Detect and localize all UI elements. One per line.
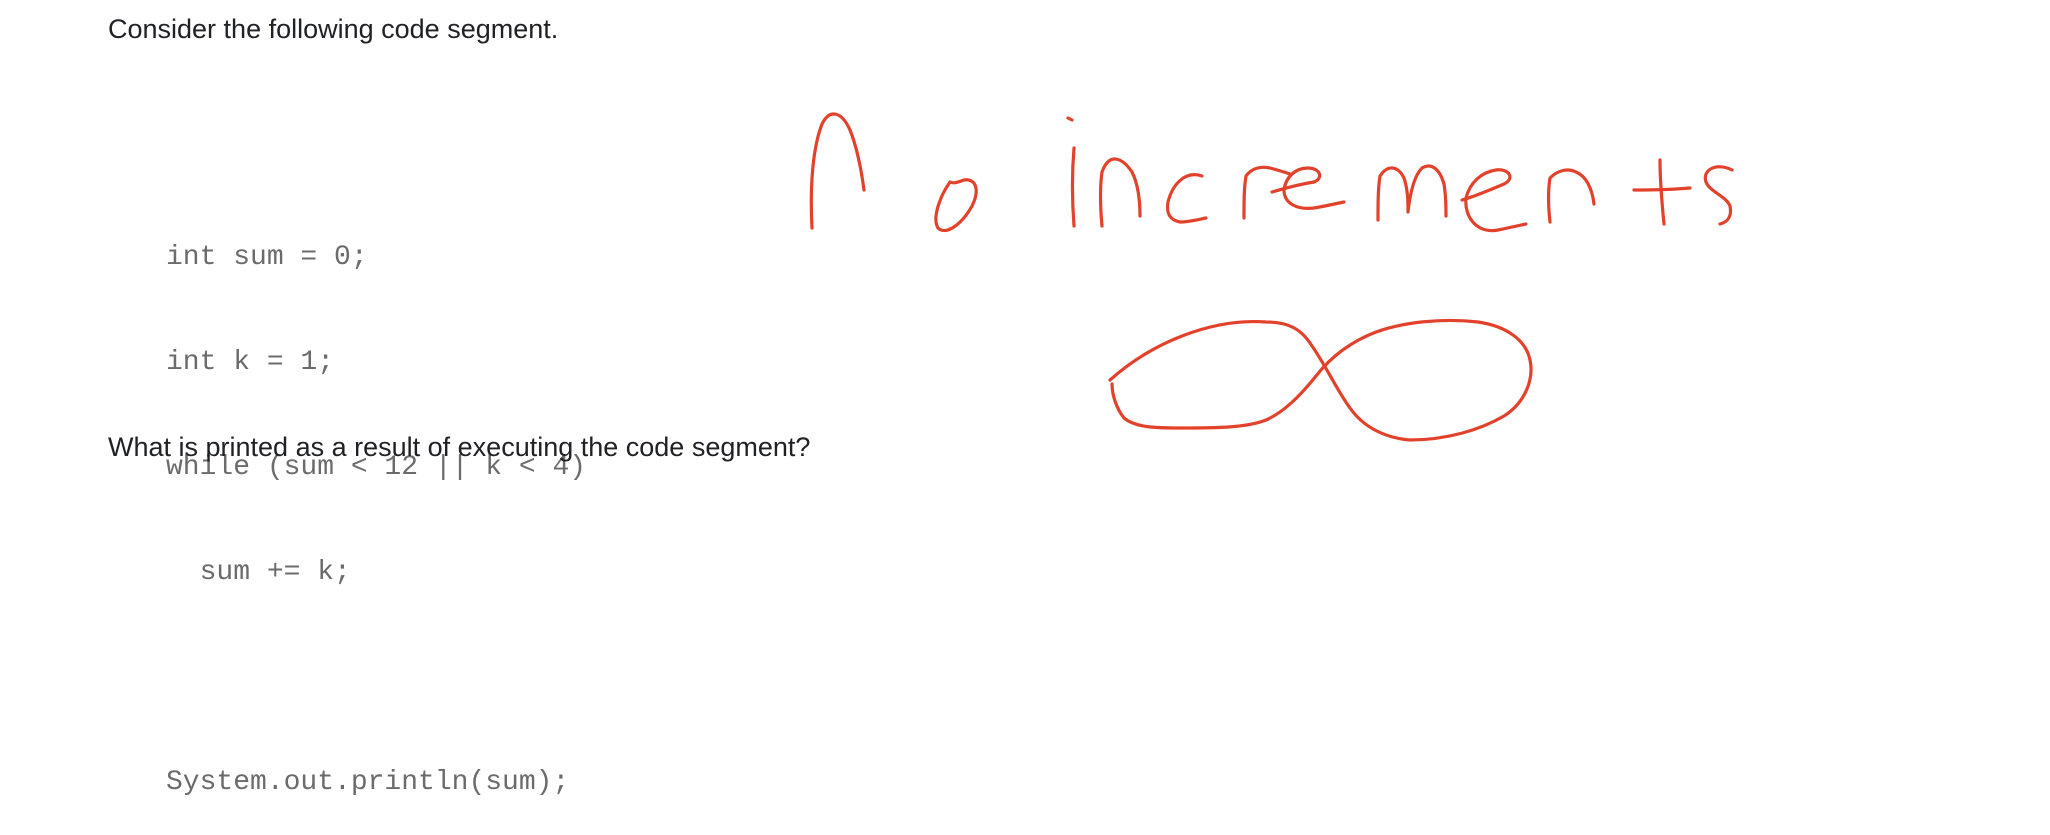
code-line-declare-sum: int sum = 0;: [166, 242, 368, 273]
code-line-print: System.out.println(sum);: [166, 767, 570, 798]
infinity-sketch-icon: [1108, 318, 1533, 442]
question-footer: What is printed as a result of executing…: [108, 432, 811, 462]
handwritten-note-no-increments: [809, 112, 1734, 233]
question-prompt: Consider the following code segment.: [108, 14, 559, 44]
code-line-loop-body: sum += k;: [166, 557, 351, 588]
code-segment: int sum = 0; int k = 1; while (sum < 12 …: [166, 170, 586, 835]
code-line-declare-k: int k = 1;: [166, 347, 335, 378]
